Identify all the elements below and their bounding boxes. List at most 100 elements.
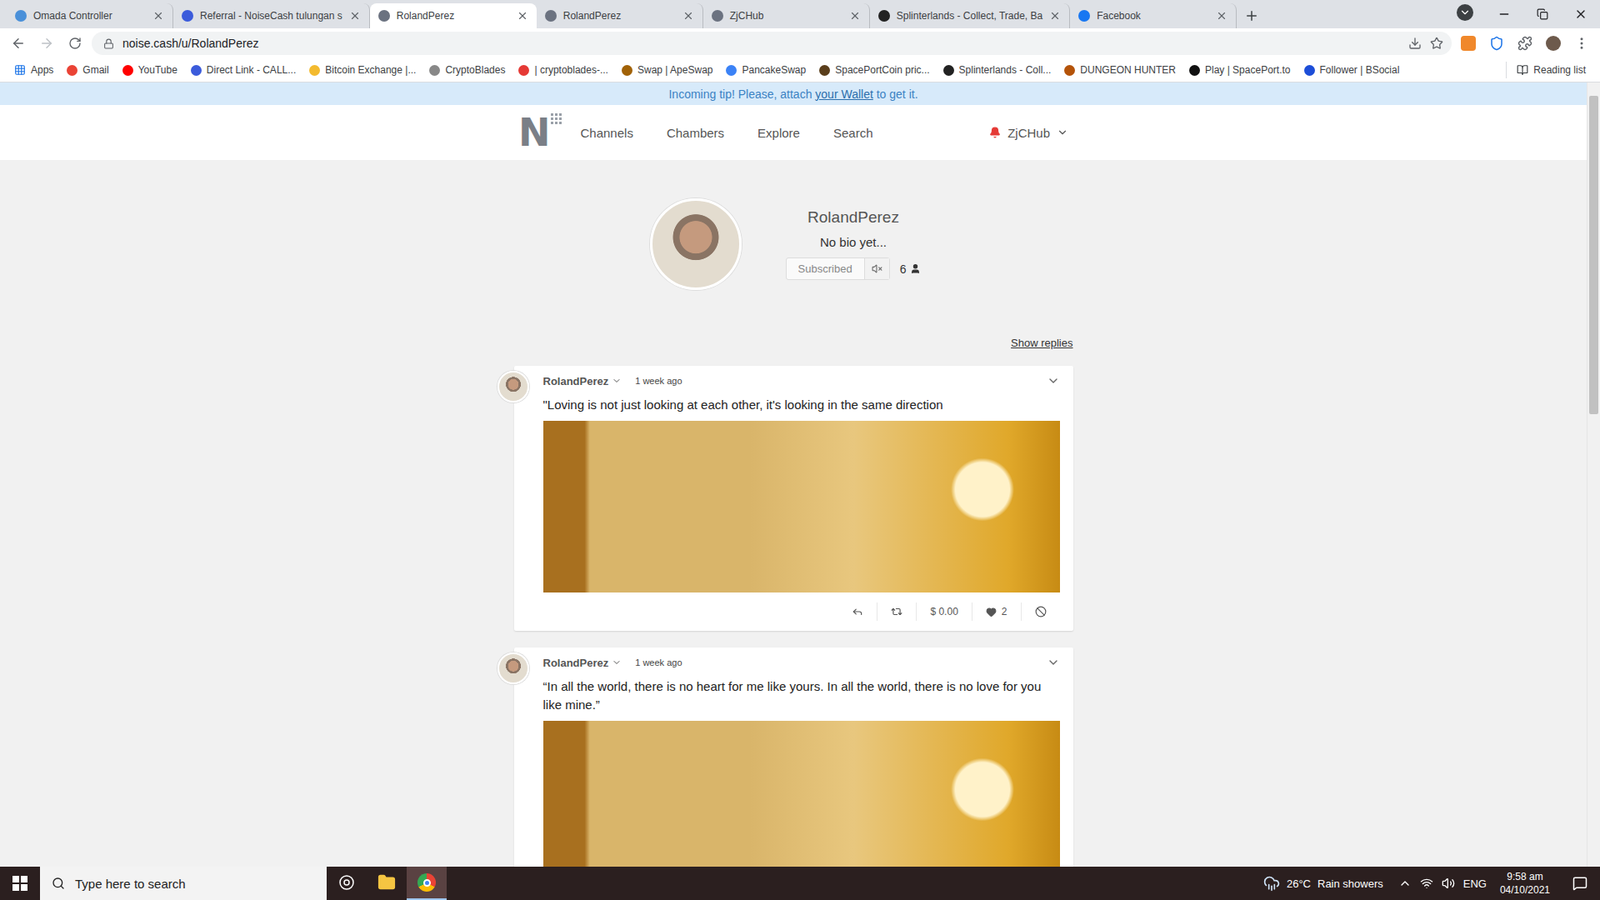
post-avatar[interactable]: [497, 370, 530, 403]
back-button[interactable]: [6, 31, 30, 55]
subscribe-button[interactable]: Subscribed: [786, 258, 865, 280]
star-icon[interactable]: [1430, 36, 1444, 50]
bookmark[interactable]: YouTube: [116, 61, 184, 79]
notifications-button[interactable]: [1563, 875, 1597, 891]
browser-tab[interactable]: RolandPerez: [536, 3, 704, 29]
restore-button[interactable]: [1523, 0, 1562, 29]
browser-tab[interactable]: Referral - NoiseCash tulungan s: [173, 3, 370, 29]
browser-tab[interactable]: ZjCHub: [703, 3, 870, 29]
site-header: N Channels Chambers Explore Search ZjCHub: [0, 105, 1587, 160]
bookmark[interactable]: Gmail: [60, 61, 115, 79]
close-tab-button[interactable]: [1049, 10, 1061, 22]
taskbar-app[interactable]: [366, 866, 407, 900]
mute-button[interactable]: [864, 258, 890, 280]
favicon-icon: [1189, 65, 1200, 76]
bookmark[interactable]: PancakeSwap: [720, 61, 812, 79]
nav-link[interactable]: Chambers: [666, 125, 725, 140]
new-tab-button[interactable]: [1236, 3, 1267, 29]
favicon-icon: [518, 65, 530, 76]
apps-icon: [14, 64, 26, 76]
post-text: "Loving is not just looking at each othe…: [543, 395, 1060, 415]
install-icon[interactable]: [1408, 36, 1422, 50]
post-image: [543, 720, 1060, 867]
post-author[interactable]: RolandPerez: [543, 656, 610, 670]
chevron-down-icon: [1459, 6, 1471, 19]
bookmark[interactable]: Direct Link - CALL...: [185, 61, 302, 79]
bookmark[interactable]: SpacePortCoin pric...: [813, 61, 935, 79]
address-bar[interactable]: noise.cash/u/RolandPerez: [91, 31, 1452, 55]
subscriber-count: 6: [900, 262, 922, 276]
start-button[interactable]: [0, 866, 40, 900]
repost-button[interactable]: [876, 602, 916, 621]
close-icon: [849, 10, 861, 22]
chevron-down-icon: [1046, 374, 1060, 388]
close-icon: [1049, 10, 1061, 22]
like-button[interactable]: 2: [971, 602, 1021, 621]
show-replies-link[interactable]: Show replies: [1010, 336, 1073, 350]
profile-button[interactable]: [1541, 31, 1565, 55]
forward-button[interactable]: [35, 31, 59, 55]
post-menu[interactable]: [1046, 374, 1060, 388]
wallet-link[interactable]: your Wallet: [815, 87, 874, 101]
post-avatar[interactable]: [497, 652, 530, 685]
scrollbar[interactable]: [1586, 82, 1600, 867]
menu-button[interactable]: [1570, 31, 1594, 55]
block-button[interactable]: [1020, 602, 1060, 621]
bell-icon[interactable]: [989, 126, 1001, 139]
feed: Show repliesRolandPerez1 week ago"Loving…: [514, 290, 1074, 867]
close-tab-button[interactable]: [1215, 10, 1228, 22]
chevron-down-icon[interactable]: [611, 375, 622, 386]
bookmark[interactable]: CryptoBlades: [423, 61, 511, 79]
metamask-button[interactable]: [1456, 31, 1480, 55]
close-tab-button[interactable]: [849, 10, 861, 22]
favicon-icon: [878, 10, 890, 22]
minimize-button[interactable]: [1485, 0, 1524, 29]
reading-list[interactable]: Reading list: [1505, 61, 1592, 79]
bookmark[interactable]: Follower | BSocial: [1298, 61, 1406, 79]
browser-tab[interactable]: RolandPerez: [370, 3, 537, 29]
nav-link[interactable]: Explore: [757, 125, 800, 140]
language-indicator[interactable]: ENG: [1463, 877, 1487, 890]
close-tab-button[interactable]: [516, 10, 529, 22]
profile-avatar: [650, 198, 742, 290]
bookmark[interactable]: Bitcoin Exchange |...: [303, 61, 422, 79]
scroll-thumb[interactable]: [1589, 95, 1599, 415]
clock[interactable]: 9:58 am04/10/2021: [1495, 870, 1555, 897]
close-icon: [682, 10, 695, 22]
bookmark[interactable]: DUNGEON HUNTER: [1058, 61, 1182, 79]
bookmark[interactable]: | cryptoblades-...: [512, 61, 615, 79]
bookmark[interactable]: Apps: [8, 61, 60, 79]
browser-tab[interactable]: Splinterlands - Collect, Trade, Ba: [870, 3, 1070, 29]
bookmark[interactable]: Swap | ApeSwap: [615, 61, 720, 79]
close-tab-button[interactable]: [682, 10, 695, 22]
url-text[interactable]: noise.cash/u/RolandPerez: [122, 36, 1400, 50]
extensions-button[interactable]: [1513, 31, 1537, 55]
taskbar-app[interactable]: [406, 866, 447, 900]
taskbar-search[interactable]: Type here to search: [40, 866, 327, 900]
browser-tab[interactable]: Omada Controller: [6, 3, 174, 29]
chevron-down-icon[interactable]: [611, 657, 622, 668]
nav-link[interactable]: Channels: [580, 125, 634, 140]
weather[interactable]: 26°CRain showers: [1263, 875, 1384, 892]
taskbar-app[interactable]: [326, 866, 367, 900]
reply-button[interactable]: [838, 602, 877, 621]
user-menu[interactable]: ZjCHub: [989, 125, 1069, 140]
favicon-icon: [429, 65, 440, 76]
bookmark[interactable]: Play | SpacePort.to: [1183, 61, 1297, 79]
post-author[interactable]: RolandPerez: [543, 375, 610, 388]
close-tab-button[interactable]: [152, 10, 165, 22]
tab-search-button[interactable]: [1456, 4, 1474, 21]
close-window-button[interactable]: [1561, 0, 1600, 29]
extension-button[interactable]: [1485, 31, 1509, 55]
network-icon[interactable]: [1420, 876, 1434, 890]
volume-icon[interactable]: [1441, 876, 1455, 890]
browser-tab[interactable]: Facebook: [1070, 3, 1237, 29]
site-logo[interactable]: N: [518, 113, 563, 152]
chevron-up-icon[interactable]: [1398, 876, 1412, 890]
post-menu[interactable]: [1046, 655, 1060, 670]
close-tab-button[interactable]: [349, 10, 361, 22]
bookmark[interactable]: Splinterlands - Coll...: [937, 61, 1058, 79]
tip-button[interactable]: $ 0.00: [915, 602, 971, 621]
reload-button[interactable]: [63, 31, 87, 55]
nav-link[interactable]: Search: [833, 125, 874, 140]
